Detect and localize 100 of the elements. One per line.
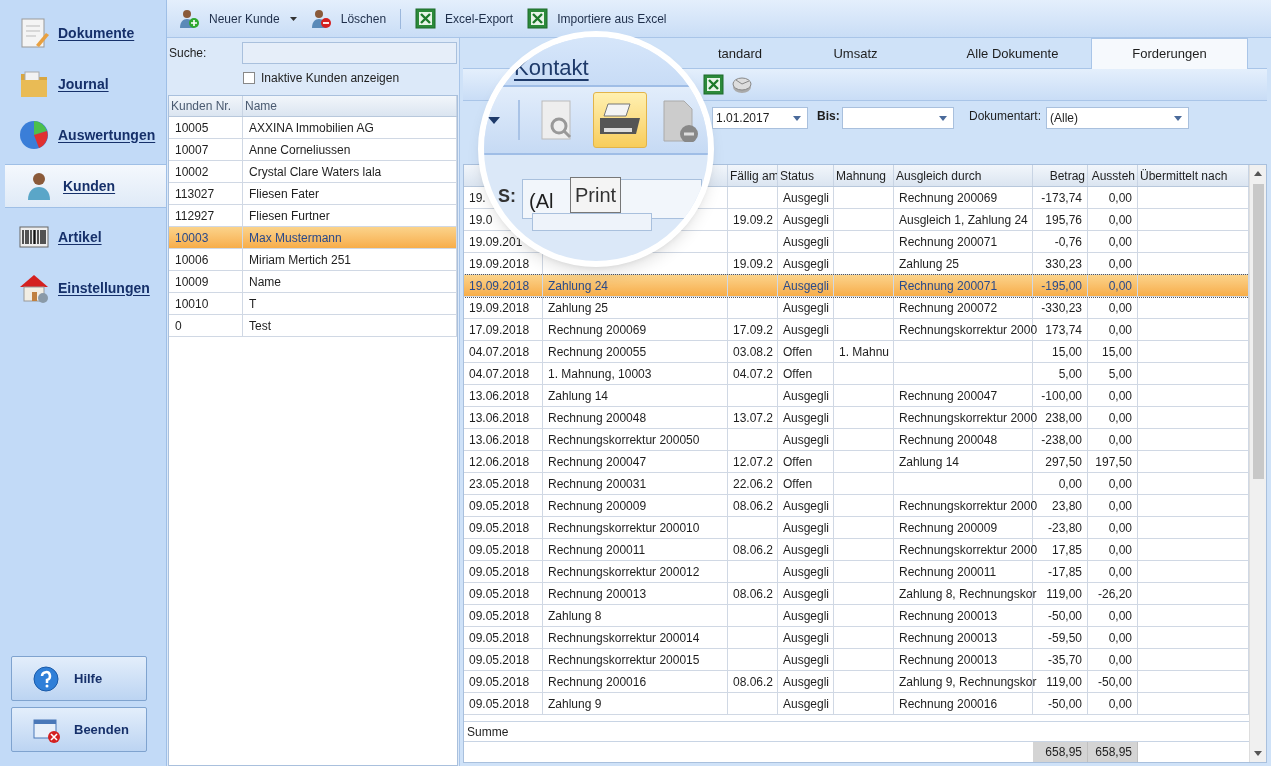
table-row[interactable]: 13.06.2018 Rechnungskorrektur 200050 Ausgegli Rechnung 200048 -238,00 0,00 xyxy=(464,429,1249,451)
nav-item[interactable]: Einstellungen xyxy=(0,266,166,310)
checkbox[interactable] xyxy=(243,72,255,84)
table-row[interactable]: 19.09.2018 Zahlung 24 Ausgegli Rechnung 200071 -195,00 0,00 xyxy=(464,275,1249,297)
table-cell: T xyxy=(249,297,257,311)
table-row[interactable]: 09.05.2018 Rechnung 200013 08.06.2 Ausgegli Zahlung 8, Rechnungskor 119,00 -26,20 xyxy=(464,583,1249,605)
scroll-up-icon xyxy=(1254,171,1262,176)
table-row[interactable]: 09.05.2018 Rechnung 200009 08.06.2 Ausgegli Rechnungskorrektur 2000 23,80 0,00 xyxy=(464,495,1249,517)
toolbar-button[interactable]: Importiere aus Excel xyxy=(523,4,671,33)
table-cell-text: 1. Mahnu xyxy=(839,343,890,361)
table-cell-text: Ausgegli xyxy=(783,211,830,229)
table-row[interactable]: 19.09.2018 Zahlung 25 Ausgegli Rechnung 200072 -330,23 0,00 xyxy=(464,297,1249,319)
table-row[interactable]: 04.07.2018 Rechnung 200055 03.08.2 Offen 1. Mahnu 15,00 15,00 xyxy=(464,341,1249,363)
table-cell-text: Rechnung 200013 xyxy=(899,651,998,669)
table-row[interactable]: 09.05.2018 Rechnungskorrektur 200015 Ausgegli Rechnung 200013 -35,70 0,00 xyxy=(464,649,1249,671)
column-header[interactable]: Mahnung xyxy=(834,165,894,186)
table-row[interactable]: 09.05.2018 Rechnung 200011 08.06.2 Ausgegli Rechnungskorrektur 2000 17,85 0,00 xyxy=(464,539,1249,561)
table-cell-text: 12.07.2 xyxy=(733,453,774,471)
table-cell-text: 08.06.2 xyxy=(733,541,774,559)
table-cell-text: -50,00 xyxy=(1047,695,1082,713)
nav-item[interactable]: Artikel xyxy=(0,215,166,259)
table-cell-text: -26,20 xyxy=(1097,585,1132,603)
table-cell-text: 22.06.2 xyxy=(733,475,774,493)
table-cell-text: Rechnung 200011 xyxy=(548,541,646,559)
scroll-thumb[interactable] xyxy=(1252,184,1264,479)
table-cell-text: Ausgleich 1, Zahlung 24 xyxy=(899,211,1028,229)
table-row[interactable]: 112927 Fliesen Furtner xyxy=(169,205,457,227)
table-cell-text: Rechnungskorrektur 200014 xyxy=(548,629,700,647)
input-field[interactable] xyxy=(532,213,652,231)
table-row[interactable]: 10006 Miriam Mertich 251 xyxy=(169,249,457,271)
scrollbar[interactable] xyxy=(1249,165,1266,762)
table-cell-text: -100,00 xyxy=(1041,387,1082,405)
toolbar-button[interactable]: Löschen xyxy=(306,4,391,33)
table-row[interactable]: 23.05.2018 Rechnung 200031 22.06.2 Offen 0,00 0,00 xyxy=(464,473,1249,495)
column-header[interactable]: Fällig am xyxy=(728,165,778,186)
table-row[interactable]: 10009 Name xyxy=(169,271,457,293)
date-dropdown[interactable] xyxy=(842,107,954,129)
column-header[interactable]: Name xyxy=(243,96,457,116)
nav-button[interactable]: Beenden xyxy=(11,707,147,752)
date-dropdown[interactable]: 1.01.2017 xyxy=(712,107,808,129)
table-cell: 10007 xyxy=(175,143,209,157)
nav-item[interactable]: Journal xyxy=(0,62,166,106)
table-cell-text: Offen xyxy=(783,475,813,493)
tab[interactable]: tandard xyxy=(716,38,777,69)
table-row[interactable]: 19.09.2018 19.09.2 Ausgegli Zahlung 25 330,23 0,00 xyxy=(464,253,1249,275)
toolbar-button[interactable] xyxy=(592,92,648,148)
table-row[interactable]: 09.05.2018 Rechnungskorrektur 200010 Ausgegli Rechnung 200009 -23,80 0,00 xyxy=(464,517,1249,539)
nav-item[interactable]: Auswertungen xyxy=(0,113,166,157)
table-cell-text: 197,50 xyxy=(1095,453,1132,471)
table-cell-text: 119,00 xyxy=(1046,673,1082,691)
document-type-dropdown[interactable]: (Alle) xyxy=(1046,107,1189,129)
table-cell-text: 0,00 xyxy=(1058,475,1082,493)
table-row[interactable]: 04.07.2018 1. Mahnung, 10003 04.07.2 Offen 5,00 5,00 xyxy=(464,363,1249,385)
table-cell-text: 19. xyxy=(469,189,486,207)
table-row[interactable]: 13.06.2018 Rechnung 200048 13.07.2 Ausgegli Rechnungskorrektur 2000 238,00 0,00 xyxy=(464,407,1249,429)
spreadsheet-icon xyxy=(415,7,438,30)
table-row[interactable]: 09.05.2018 Rechnungskorrektur 200014 Ausgegli Rechnung 200013 -59,50 0,00 xyxy=(464,627,1249,649)
table-cell-text: -173,74 xyxy=(1041,189,1082,207)
table-row[interactable]: 10002 Crystal Clare Waters lala xyxy=(169,161,457,183)
tab[interactable]: Umsatz xyxy=(777,38,934,69)
table-row[interactable]: 17.09.2018 Rechnung 200069 17.09.2 Ausgegli Rechnungskorrektur 2000 173,74 0,00 xyxy=(464,319,1249,341)
table-row[interactable]: 10007 Anne Corneliussen xyxy=(169,139,457,161)
toolbar-button[interactable]: Neuer Kunde xyxy=(175,4,301,33)
table-cell-text: 04.07.2018 xyxy=(469,365,530,383)
column-header[interactable]: Aussteh xyxy=(1088,165,1138,186)
tab[interactable]: Forderungen xyxy=(1091,38,1248,69)
table-cell-text: 19.09.2018 xyxy=(469,277,530,295)
table-row[interactable]: 09.05.2018 Zahlung 9 Ausgegli Rechnung 200016 -50,00 0,00 xyxy=(464,693,1249,715)
nav-item[interactable]: Dokumente xyxy=(0,11,166,55)
column-header[interactable]: Kunden Nr. xyxy=(169,96,243,116)
search-field[interactable] xyxy=(241,42,457,64)
table-cell-text: Zahlung 14 xyxy=(548,387,609,405)
table-cell-text: 09.05.2018 xyxy=(469,519,530,537)
table-cell-text: 330,23 xyxy=(1045,255,1082,273)
table-cell-text: 04.07.2018 xyxy=(469,343,530,361)
table-row[interactable]: 12.06.2018 Rechnung 200047 12.07.2 Offen Zahlung 14 297,50 197,50 xyxy=(464,451,1249,473)
table-row[interactable]: 13.06.2018 Zahlung 14 Ausgegli Rechnung 200047 -100,00 0,00 xyxy=(464,385,1249,407)
table-row[interactable]: 09.05.2018 Zahlung 8 Ausgegli Rechnung 200013 -50,00 0,00 xyxy=(464,605,1249,627)
table-row[interactable]: 10010 T xyxy=(169,293,457,315)
table-row[interactable]: 09.05.2018 Rechnungskorrektur 200012 Ausgegli Rechnung 200011 -17,85 0,00 xyxy=(464,561,1249,583)
tab[interactable]: Alle Dokumente xyxy=(934,38,1091,69)
table-cell-text: Ausgegli xyxy=(783,497,830,515)
table-row[interactable]: 10003 Max Mustermann xyxy=(169,227,457,249)
table-cell-text: 13.07.2 xyxy=(733,409,774,427)
table-row[interactable]: 0 Test xyxy=(169,315,457,337)
column-header[interactable]: Ausgleich durch xyxy=(894,165,1033,186)
table-cell-text: -17,85 xyxy=(1047,563,1082,581)
nav-button[interactable]: Hilfe xyxy=(11,656,147,701)
table-row[interactable]: 09.05.2018 Rechnung 200016 08.06.2 Ausgegli Zahlung 9, Rechnungskor 119,00 -50,00 xyxy=(464,671,1249,693)
table-row[interactable]: 10005 AXXINA Immobilien AG xyxy=(169,117,457,139)
table-cell-text: Rechnung 200031 xyxy=(548,475,647,493)
nav-item[interactable]: Kunden xyxy=(5,164,166,208)
column-header[interactable]: Status xyxy=(778,165,834,186)
table-cell-text: 19.09.2018 xyxy=(469,255,530,273)
table-cell: 10009 xyxy=(175,275,209,289)
toolbar-button[interactable]: Excel-Export xyxy=(411,4,518,33)
table-cell-text: 0,00 xyxy=(1108,651,1132,669)
table-cell-text: Ausgegli xyxy=(783,519,830,537)
table-row[interactable]: 113027 Fliesen Fater xyxy=(169,183,457,205)
column-header[interactable]: Betrag xyxy=(1033,165,1088,186)
